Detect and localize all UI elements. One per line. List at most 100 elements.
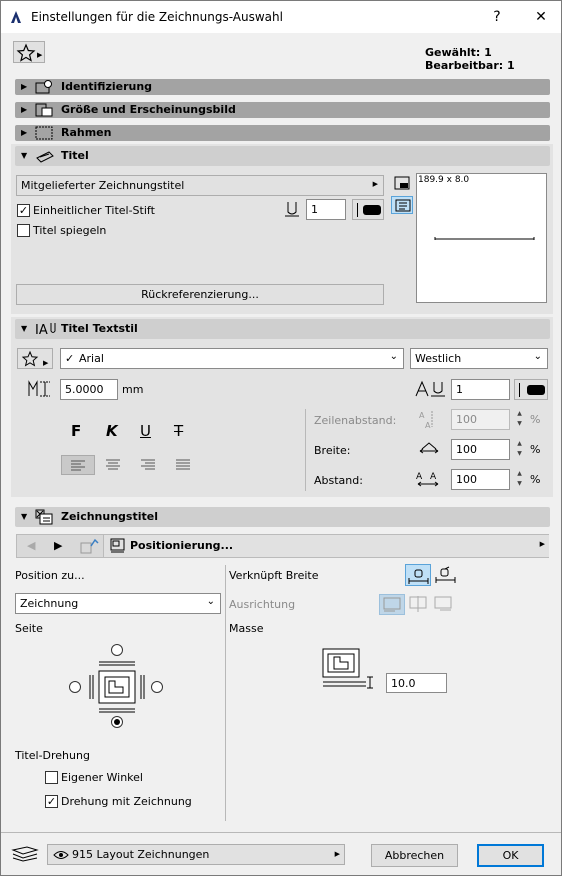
title-align-right-icon[interactable] — [434, 596, 454, 612]
letter-spacing-stepper[interactable]: ▲ ▼ — [514, 469, 525, 490]
align-justify-icon[interactable] — [175, 459, 191, 471]
unlock-icon[interactable] — [435, 566, 457, 584]
title-align-left-icon — [383, 597, 401, 612]
section-identifizierung[interactable]: ▶ Identifizierung — [15, 79, 550, 95]
svg-text:A: A — [430, 472, 437, 482]
title-pen-input[interactable]: 1 — [306, 199, 346, 220]
tool-navigation-bar: ◀ ▶ Positionierung... ▶ — [16, 534, 549, 558]
script-dropdown[interactable]: Westlich ⌄ — [410, 348, 548, 369]
layer-dropdown[interactable]: 915 Layout Zeichnungen ▶ — [47, 844, 345, 865]
align-right-icon[interactable] — [140, 459, 156, 471]
chevron-down-icon: ⌄ — [389, 351, 398, 362]
rotate-with-drawing-label: Drehung mit Zeichnung — [61, 795, 192, 808]
font-favorites-button[interactable]: ▶ — [17, 348, 53, 369]
svg-text:A: A — [419, 411, 425, 420]
section-label: Titel — [61, 149, 89, 162]
mirror-title-label: Titel spiegeln — [33, 224, 107, 237]
next-arrow-icon[interactable]: ▶ — [54, 539, 62, 552]
strikethrough-button[interactable]: T — [174, 422, 183, 440]
linked-width-on-button[interactable] — [405, 564, 431, 586]
letter-spacing-input[interactable]: 100 — [451, 469, 510, 490]
italic-button[interactable]: K — [106, 422, 118, 440]
rotate-with-drawing-checkbox[interactable]: ✓ — [45, 795, 58, 808]
align-left-icon — [71, 460, 85, 471]
chevron-right-icon: ▶ — [43, 359, 49, 367]
line-spacing-stepper[interactable]: ▲ ▼ — [514, 409, 525, 430]
text-pen-input[interactable]: 1 — [451, 379, 510, 400]
title-tool-icon[interactable] — [79, 538, 99, 555]
expand-icon: ▶ — [21, 128, 28, 137]
offset-diagram-icon — [322, 648, 373, 689]
crossref-button[interactable]: Rückreferenzierung... — [16, 284, 384, 305]
side-left-radio[interactable] — [69, 681, 81, 693]
help-button[interactable]: ? — [487, 7, 507, 27]
close-button[interactable]: ✕ — [531, 7, 551, 27]
selection-status: Gewählt: 1 Bearbeitbar: 1 — [425, 46, 515, 72]
cancel-button[interactable]: Abbrechen — [371, 844, 458, 867]
collapse-icon: ▼ — [21, 151, 28, 160]
position-to-label: Position zu... — [15, 569, 85, 582]
font-check: ✓ — [65, 352, 75, 365]
ok-button[interactable]: OK — [477, 844, 544, 867]
side-right-radio[interactable] — [151, 681, 163, 693]
own-angle-checkbox[interactable] — [45, 771, 58, 784]
letter-spacing-icon: AA — [416, 472, 439, 487]
chevron-right-icon: ▶ — [37, 51, 43, 59]
side-bottom-radio[interactable] — [111, 716, 123, 728]
mirror-title-checkbox[interactable] — [17, 224, 30, 237]
text-width-input[interactable]: 100 — [451, 439, 510, 460]
pen-icon — [285, 202, 299, 217]
side-top-radio[interactable] — [111, 644, 123, 656]
favorites-button[interactable]: ▶ — [13, 41, 45, 63]
font-dropdown[interactable]: ✓ Arial ⌄ — [60, 348, 404, 369]
line-spacing-label: Zeilenabstand: — [314, 414, 397, 427]
position-to-dropdown[interactable]: Zeichnung ⌄ — [15, 593, 221, 614]
text-width-icon — [419, 442, 439, 454]
title-preview-toggle[interactable] — [391, 196, 413, 214]
offset-input[interactable]: 10.0 — [386, 673, 447, 693]
eye-icon — [53, 851, 69, 859]
collapse-icon: ▼ — [21, 324, 28, 333]
title-type-dropdown[interactable]: Mitgelieferter Zeichnungstitel ▶ — [16, 175, 384, 196]
bold-button[interactable]: F — [71, 422, 81, 440]
title-settings-icon[interactable] — [394, 176, 410, 190]
own-angle-label: Eigener Winkel — [61, 771, 143, 784]
svg-text:A: A — [425, 421, 431, 430]
separator — [519, 383, 520, 397]
align-left-button[interactable] — [61, 455, 95, 475]
preview-title-line — [434, 237, 535, 240]
section-titel[interactable]: ▼ Titel — [15, 146, 550, 166]
section-titel-textstil[interactable]: ▼ IA Titel Textstil — [15, 319, 550, 339]
text-box-icon — [395, 199, 411, 212]
pen-color-button[interactable] — [352, 199, 384, 220]
align-left-title-button[interactable] — [379, 594, 405, 615]
svg-text:A: A — [416, 472, 423, 482]
percent-label: % — [530, 473, 541, 486]
alignment-label: Ausrichtung — [229, 598, 296, 611]
window-title: Einstellungen für die Zeichnungs-Auswahl — [31, 10, 283, 24]
position-to-value: Zeichnung — [20, 597, 79, 610]
align-center-icon[interactable] — [105, 459, 121, 471]
chevron-right-icon: ▶ — [334, 850, 340, 858]
title-align-center-icon[interactable] — [409, 596, 429, 612]
percent-label: % — [530, 443, 541, 456]
text-size-unit: mm — [122, 383, 144, 396]
text-width-stepper[interactable]: ▲ ▼ — [514, 439, 525, 460]
frame-icon — [35, 126, 53, 140]
section-groesse[interactable]: ▶ Größe und Erscheinungsbild — [15, 102, 550, 118]
chevron-down-icon: ⌄ — [206, 596, 215, 607]
section-label: Rahmen — [61, 126, 112, 139]
preview-size: 189.9 x 8.0 — [418, 175, 470, 185]
section-zeichnungstitel[interactable]: ▼ Zeichnungstitel — [15, 507, 550, 527]
expand-icon: ▶ — [21, 82, 28, 91]
line-spacing-input[interactable]: 100 — [451, 409, 510, 430]
underline-button[interactable]: U — [140, 422, 151, 440]
text-color-button[interactable] — [514, 379, 548, 400]
size-appearance-icon — [35, 103, 53, 117]
text-size-input[interactable]: 5.0000 — [60, 379, 118, 400]
uniform-pen-checkbox[interactable]: ✓ — [17, 204, 30, 217]
section-rahmen[interactable]: ▶ Rahmen — [15, 125, 550, 141]
side-selector — [69, 644, 165, 730]
positioning-dropdown[interactable]: Positionierung... ▶ — [103, 535, 549, 557]
prev-arrow-icon[interactable]: ◀ — [27, 539, 35, 552]
